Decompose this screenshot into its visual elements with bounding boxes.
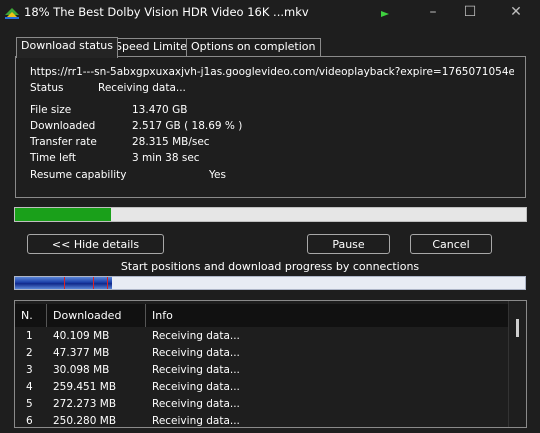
row-downloaded: 30.098 MB	[53, 364, 110, 376]
row-info: Receiving data...	[152, 364, 240, 376]
row-downloaded: 259.451 MB	[53, 381, 117, 393]
tab-speed-limiter[interactable]: Speed Limiter	[110, 38, 197, 56]
column-header-downloaded[interactable]: Downloaded	[47, 304, 146, 327]
cancel-button[interactable]: Cancel	[410, 234, 492, 254]
table-row[interactable]: 1 40.109 MB Receiving data...	[19, 328, 509, 345]
row-number: 5	[26, 398, 33, 410]
row-downloaded: 272.273 MB	[53, 398, 117, 410]
row-number: 2	[26, 347, 33, 359]
column-header-number[interactable]: N.	[15, 304, 47, 327]
download-manager-icon	[5, 8, 19, 19]
row-info: Receiving data...	[152, 347, 240, 359]
close-button[interactable]: ✕	[506, 3, 526, 21]
pause-button[interactable]: Pause	[307, 234, 390, 254]
connections-caption: Start positions and download progress by…	[120, 260, 420, 273]
row-downloaded: 250.280 MB	[53, 415, 117, 427]
connections-table: N. Downloaded Info 1 40.109 MB Receiving…	[14, 300, 527, 428]
tab-download-status[interactable]: Download status	[16, 37, 118, 58]
table-scrollbar[interactable]	[508, 301, 526, 427]
row-info: Receiving data...	[152, 398, 240, 410]
row-info: Receiving data...	[152, 415, 240, 427]
connection-marker	[93, 277, 94, 289]
row-info: Receiving data...	[152, 330, 240, 342]
row-downloaded: 47.377 MB	[53, 347, 110, 359]
title-bar: 18% The Best Dolby Vision HDR Video 16K …	[0, 0, 540, 24]
table-row[interactable]: 6 250.280 MB Receiving data...	[19, 413, 509, 427]
download-status-panel	[15, 56, 526, 198]
maximize-button[interactable]: ☐	[460, 3, 480, 21]
table-row[interactable]: 2 47.377 MB Receiving data...	[19, 345, 509, 362]
table-row[interactable]: 5 272.273 MB Receiving data...	[19, 396, 509, 413]
row-number: 6	[26, 415, 33, 427]
download-progress-fill	[15, 208, 111, 221]
hide-details-button[interactable]: << Hide details	[27, 234, 164, 254]
connections-progress-bar	[14, 276, 526, 290]
tab-options-on-completion[interactable]: Options on completion	[186, 38, 321, 56]
table-row[interactable]: 4 259.451 MB Receiving data...	[19, 379, 509, 396]
scrollbar-thumb[interactable]	[516, 319, 519, 337]
row-number: 4	[26, 381, 33, 393]
window-title: 18% The Best Dolby Vision HDR Video 16K …	[24, 5, 309, 19]
connection-marker	[107, 277, 108, 289]
column-header-info[interactable]: Info	[146, 304, 510, 327]
download-progress-bar	[14, 207, 527, 222]
row-number: 1	[26, 330, 33, 342]
status-indicator-icon	[381, 11, 389, 17]
row-number: 3	[26, 364, 33, 376]
minimize-button[interactable]: –	[423, 3, 443, 21]
row-downloaded: 40.109 MB	[53, 330, 110, 342]
row-info: Receiving data...	[152, 381, 240, 393]
connection-marker	[64, 277, 65, 289]
table-row[interactable]: 3 30.098 MB Receiving data...	[19, 362, 509, 379]
